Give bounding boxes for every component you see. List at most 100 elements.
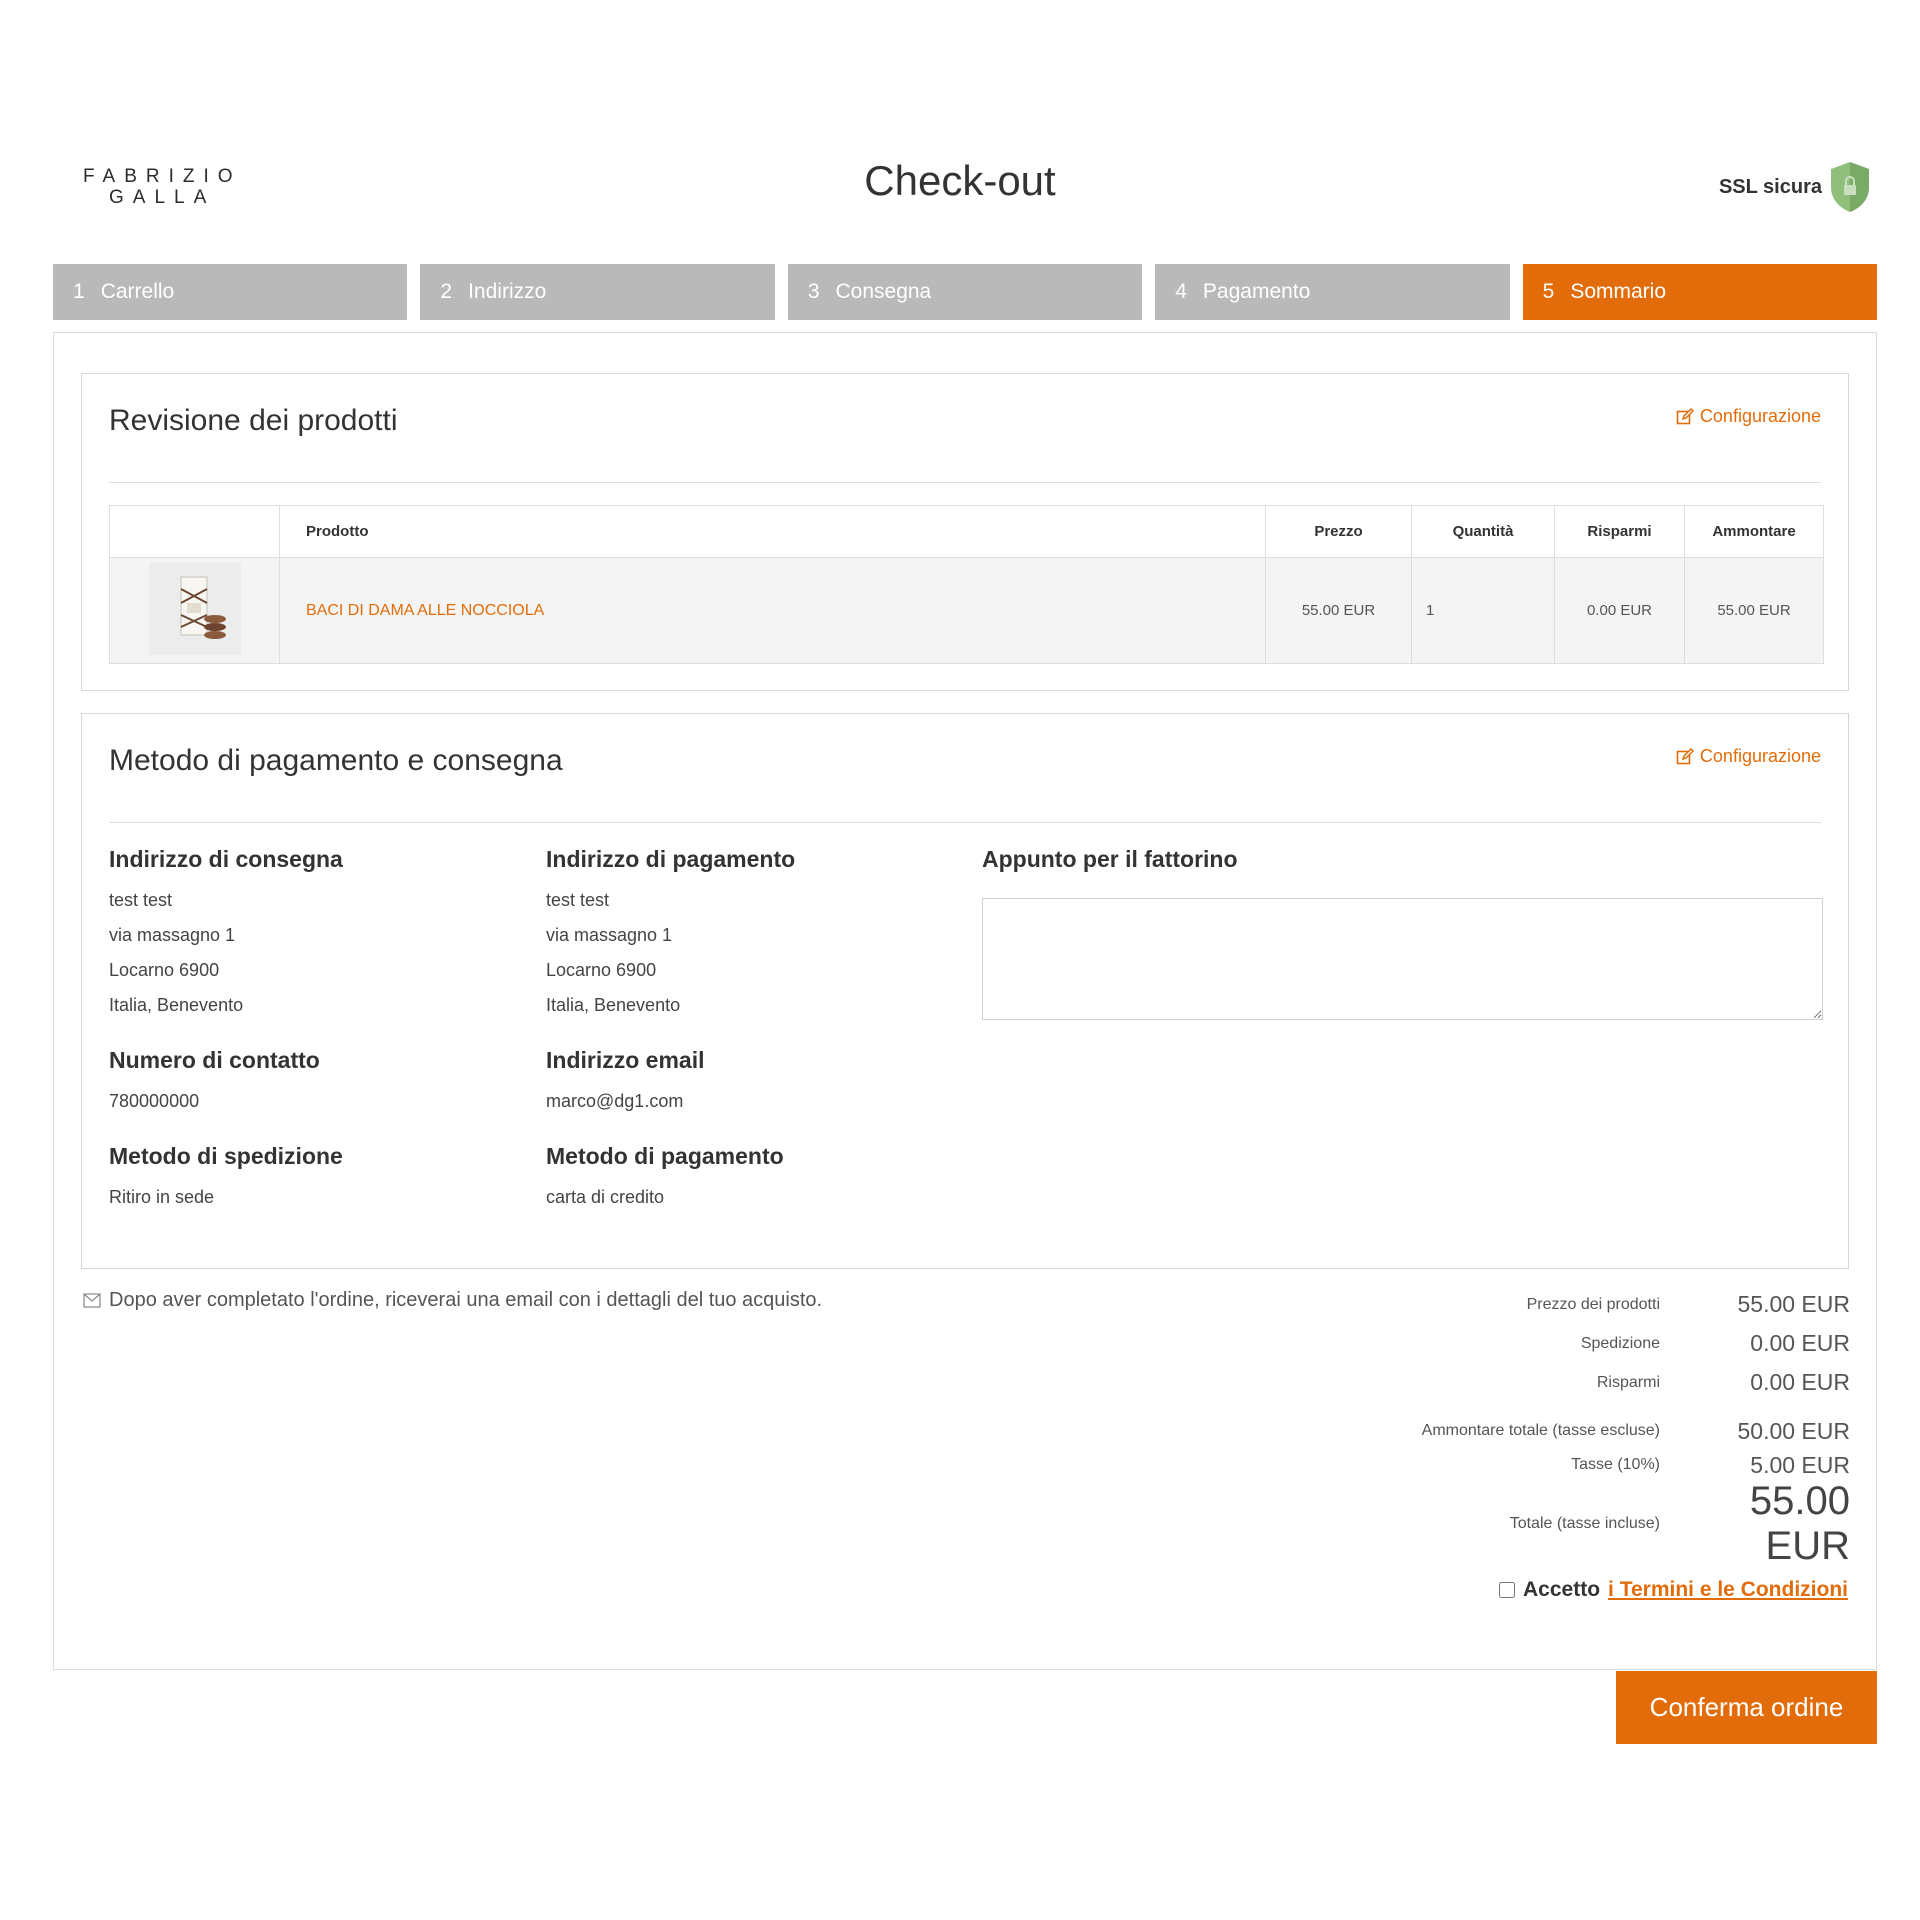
edit-label: Configurazione <box>1699 746 1821 766</box>
summary-label: Prezzo dei prodotti <box>1526 1295 1660 1313</box>
product-amount: 55.00 EUR <box>1684 557 1824 664</box>
contact-value: 780000000 <box>109 1091 200 1111</box>
step-sommario[interactable]: 5 Sommario <box>1522 264 1878 320</box>
product-image[interactable] <box>148 562 241 655</box>
product-savings: 0.00 EUR <box>1554 557 1685 664</box>
checkout-steps: 1 Carrello 2 Indirizzo 3 Consegna 4 Paga… <box>53 264 1878 320</box>
step-carrello[interactable]: 1 Carrello <box>53 264 408 320</box>
order-info-note: Dopo aver completato l'ordine, riceverai… <box>83 1289 822 1312</box>
billing-address-line: Italia, Benevento <box>546 995 681 1015</box>
product-price: 55.00 EUR <box>1265 557 1412 664</box>
summary-value: 55.00 EUR <box>1737 1291 1850 1317</box>
edit-icon <box>1676 407 1694 424</box>
summary-row-total: Totale (tasse incluse) 55.00 EUR <box>1330 1479 1850 1568</box>
terms-accept-label: Accetto <box>1523 1578 1601 1601</box>
billing-address-block: Indirizzo di pagamento test test via mas… <box>546 846 966 1023</box>
shipping-method-value: Ritiro in sede <box>109 1187 215 1207</box>
edit-payment-link[interactable]: Configurazione <box>1676 746 1821 767</box>
step-label: Pagamento <box>1202 280 1311 303</box>
panel-title: Metodo di pagamento e consegna <box>109 744 563 777</box>
shipping-address-line: via massagno 1 <box>109 925 236 945</box>
table-header-row: Prodotto Prezzo Quantità Risparmi Ammont… <box>109 505 1824 558</box>
summary-total-value: 55.00 EUR <box>1749 1479 1850 1568</box>
summary-row-savings: Risparmi 0.00 EUR <box>1330 1363 1850 1402</box>
summary-label: Spedizione <box>1580 1334 1660 1352</box>
edit-icon <box>1676 747 1694 764</box>
summary-row-tax: Tasse (10%) 5.00 EUR <box>1330 1448 1850 1482</box>
shipping-address-block: Indirizzo di consegna test test via mass… <box>109 846 529 1023</box>
order-summary: Prezzo dei prodotti 55.00 EUR Spedizione… <box>1330 1285 1850 1568</box>
ssl-badge: SSL sicura <box>1719 160 1872 214</box>
summary-row-subtotal: Ammontare totale (tasse escluse) 50.00 E… <box>1330 1414 1850 1448</box>
payment-delivery-panel: Metodo di pagamento e consegna Configura… <box>81 713 1849 1269</box>
step-label: Consegna <box>835 280 932 303</box>
column-header-amount: Ammontare <box>1684 505 1824 558</box>
panel-title: Revisione dei prodotti <box>109 404 398 437</box>
step-number: 4 <box>1175 280 1187 303</box>
summary-label: Tasse (10%) <box>1571 1456 1660 1473</box>
contact-heading: Numero di contatto <box>109 1047 320 1073</box>
order-info-text: Dopo aver completato l'ordine, riceverai… <box>109 1289 823 1311</box>
summary-value: 0.00 EUR <box>1750 1330 1850 1356</box>
email-value: marco@dg1.com <box>546 1091 684 1111</box>
page-title: Check-out <box>864 157 1056 204</box>
step-number: 5 <box>1542 280 1555 303</box>
email-heading: Indirizzo email <box>546 1047 705 1073</box>
shield-lock-icon <box>1831 162 1869 212</box>
column-header-quantity: Quantità <box>1411 505 1555 558</box>
summary-row-products: Prezzo dei prodotti 55.00 EUR <box>1330 1285 1850 1324</box>
shipping-address-line: Locarno 6900 <box>109 960 220 980</box>
table-row: BACI DI DAMA ALLE NOCCIOLA 55.00 EUR 1 0… <box>109 557 1824 664</box>
billing-address-line: test test <box>546 890 610 910</box>
envelope-icon <box>83 1293 101 1308</box>
shipping-address-heading: Indirizzo di consegna <box>109 846 343 872</box>
edit-label: Configurazione <box>1699 406 1821 426</box>
products-table: Prodotto Prezzo Quantità Risparmi Ammont… <box>109 505 1824 664</box>
divider <box>109 482 1821 483</box>
courier-note-textarea[interactable] <box>982 898 1823 1020</box>
divider <box>109 822 1821 823</box>
step-label: Sommario <box>1570 280 1667 303</box>
billing-address-line: Locarno 6900 <box>546 960 657 980</box>
shipping-method-heading: Metodo di spedizione <box>109 1143 343 1169</box>
step-label: Carrello <box>100 280 175 303</box>
step-pagamento[interactable]: 4 Pagamento <box>1155 264 1510 320</box>
product-quantity: 1 <box>1411 557 1555 664</box>
summary-label: Risparmi <box>1596 1373 1660 1391</box>
payment-method-heading: Metodo di pagamento <box>546 1143 784 1169</box>
step-indirizzo[interactable]: 2 Indirizzo <box>420 264 775 320</box>
shipping-address-line: Italia, Benevento <box>109 995 244 1015</box>
contact-block: Numero di contatto 780000000 <box>109 1047 529 1119</box>
terms-checkbox[interactable] <box>1499 1582 1515 1598</box>
summary-value: 5.00 EUR <box>1750 1451 1850 1478</box>
confirm-order-button[interactable]: Conferma ordine <box>1616 1671 1877 1744</box>
product-thumbnail-cell <box>109 557 280 664</box>
shipping-address-line: test test <box>109 890 173 910</box>
checkout-page: FABRIZIO GALLA Check-out SSL sicura 1 Ca… <box>0 0 1920 1920</box>
terms-acceptance: Accetto i Termini e le Condizioni <box>1499 1578 1848 1602</box>
email-block: Indirizzo email marco@dg1.com <box>546 1047 966 1119</box>
product-name-link[interactable]: BACI DI DAMA ALLE NOCCIOLA <box>306 602 544 619</box>
payment-method-value: carta di credito <box>546 1187 665 1207</box>
terms-link[interactable]: i Termini e le Condizioni <box>1608 1578 1848 1602</box>
billing-address-heading: Indirizzo di pagamento <box>546 846 796 872</box>
summary-value: 0.00 EUR <box>1750 1369 1850 1395</box>
summary-row-shipping: Spedizione 0.00 EUR <box>1330 1324 1850 1363</box>
step-consegna[interactable]: 3 Consegna <box>787 264 1143 320</box>
courier-note-block: Appunto per il fattorino <box>982 846 1238 883</box>
summary-value: 50.00 EUR <box>1737 1417 1850 1444</box>
payment-method-block: Metodo di pagamento carta di credito <box>546 1143 966 1215</box>
summary-total-label: Totale (tasse incluse) <box>1509 1515 1660 1532</box>
product-review-panel: Revisione dei prodotti Configurazione Pr… <box>81 373 1849 691</box>
step-label: Indirizzo <box>468 280 547 303</box>
step-number: 3 <box>807 280 820 303</box>
product-name-cell: BACI DI DAMA ALLE NOCCIOLA <box>279 557 1266 664</box>
column-header-product: Prodotto <box>279 505 1266 558</box>
ssl-label: SSL sicura <box>1718 175 1822 198</box>
shipping-method-block: Metodo di spedizione Ritiro in sede <box>109 1143 529 1215</box>
edit-products-link[interactable]: Configurazione <box>1676 406 1821 427</box>
billing-address-line: via massagno 1 <box>546 925 673 945</box>
step-number: 2 <box>440 280 453 303</box>
step-number: 1 <box>73 280 85 303</box>
column-header-image <box>109 505 280 558</box>
